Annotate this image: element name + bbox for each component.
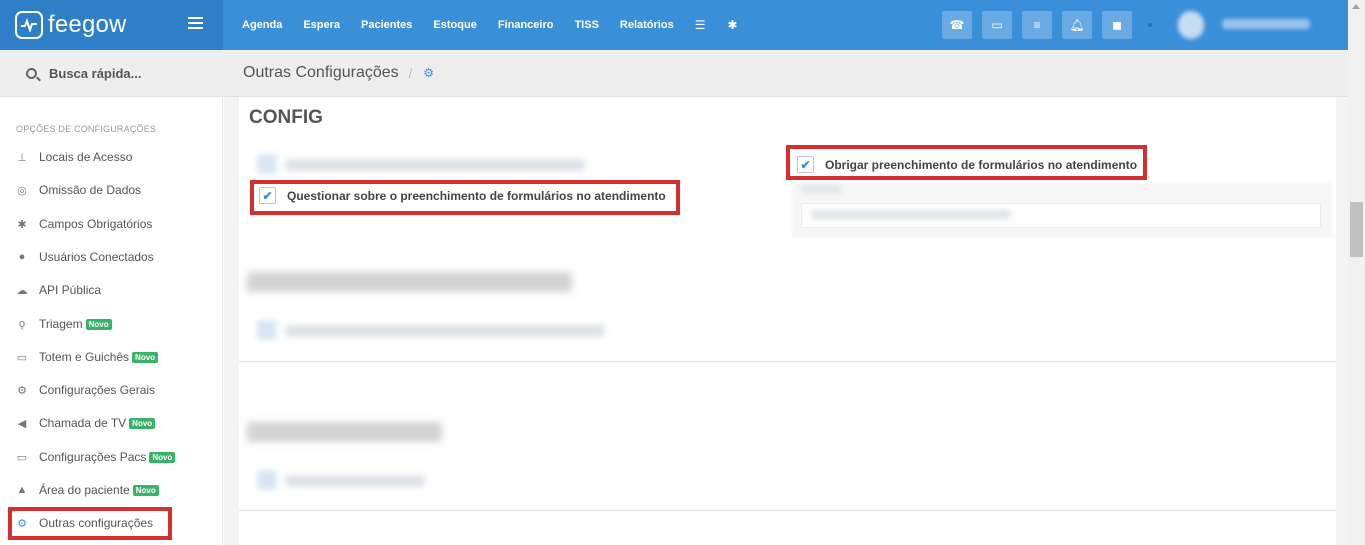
sidebar-item-label: Locais de Acesso: [39, 150, 133, 164]
asterisk-icon: ✱: [17, 218, 27, 231]
settings-panel: CONFIG ✔ Questionar sobre o preenchiment…: [239, 97, 1336, 545]
scroll-up-icon[interactable]: [1352, 4, 1360, 9]
sidebar-item-label: Triagem: [39, 317, 83, 331]
highlight-box: [250, 180, 680, 215]
sidebar-heading: OPÇÕES DE CONFIGURAÇÕES: [16, 124, 157, 134]
page-title: Outras Configurações: [243, 64, 399, 81]
quick-search[interactable]: Busca rápida...: [0, 50, 223, 97]
sidebar-item-label: Totem e Guichês: [39, 350, 130, 364]
sidebar-item-label: API Pública: [39, 283, 102, 297]
chat-icon[interactable]: ◼: [1102, 11, 1132, 39]
breadcrumb: Outras Configurações / ⚙: [223, 50, 1348, 97]
database-icon[interactable]: ☰: [695, 18, 706, 32]
sidebar-item-label: Omissão de Dados: [39, 183, 142, 197]
avatar[interactable]: [1178, 11, 1204, 39]
nav-relatorios[interactable]: Relatórios: [620, 19, 674, 31]
sidebar-item-configuracoes-pacs[interactable]: ▭ Configurações Pacs Novo: [16, 448, 176, 466]
nav-tiss[interactable]: TISS: [574, 19, 598, 31]
gears-icon: ⚙: [423, 66, 435, 80]
redacted-section-title: [247, 272, 572, 292]
redacted-option: [285, 159, 585, 171]
section-divider: [239, 510, 1336, 511]
redacted-option: [285, 475, 425, 487]
sidebar-item-usuarios-conectados[interactable]: ● Usuários Conectados: [16, 248, 154, 266]
top-navbar: feegow Agenda Espera Pacientes Estoque F…: [0, 0, 1348, 50]
brand[interactable]: feegow: [0, 0, 223, 50]
sidebar: OPÇÕES DE CONFIGURAÇÕES ⊥ Locais de Aces…: [0, 97, 223, 545]
new-badge: Novo: [132, 484, 159, 496]
sidebar-item-label: Chamada de TV: [39, 416, 127, 430]
flask-icon: ▲: [16, 484, 28, 496]
gear-icon[interactable]: ✱: [727, 18, 737, 32]
nav-espera[interactable]: Espera: [303, 19, 340, 31]
sidebar-item-label: Usuários Conectados: [39, 250, 154, 264]
redacted-checkbox[interactable]: [257, 320, 277, 340]
sidebar-item-totem-e-guiches[interactable]: ▭ Totem e Guichês Novo: [16, 348, 159, 366]
sidebar-item-campos-obrigatorios[interactable]: ✱ Campos Obrigatórios: [16, 215, 152, 233]
cloud-icon: ☁: [16, 284, 28, 297]
nav-agenda[interactable]: Agenda: [242, 19, 282, 31]
user-icon: ●: [18, 251, 26, 263]
quick-search-label: Busca rápida...: [49, 65, 142, 81]
eye-slash-icon: ◎: [17, 184, 27, 197]
redacted-field-label: [801, 185, 841, 193]
scrollbar-thumb[interactable]: [1350, 202, 1363, 257]
section-title: CONFIG: [249, 107, 323, 128]
menu-toggle-icon[interactable]: [188, 17, 203, 29]
sidebar-item-label: Configurações Gerais: [39, 383, 156, 397]
nav-financeiro[interactable]: Financeiro: [498, 19, 554, 31]
sidebar-item-triagem[interactable]: ǫ Triagem Novo: [16, 315, 112, 333]
megaphone-icon: ◀: [17, 417, 27, 430]
pin-icon: ⊥: [17, 151, 27, 164]
new-badge: Novo: [149, 451, 176, 463]
sidebar-item-label: Campos Obrigatórios: [39, 217, 153, 231]
highlight-box: [786, 145, 1147, 180]
highlight-box: [8, 507, 172, 540]
section-divider: [239, 361, 1336, 362]
sidebar-item-area-do-paciente[interactable]: ▲ Área do paciente Novo: [16, 481, 159, 499]
redacted-checkbox[interactable]: [257, 154, 277, 174]
nav-estoque[interactable]: Estoque: [433, 19, 476, 31]
scrollbar[interactable]: [1348, 0, 1365, 545]
user-name-redacted[interactable]: [1222, 19, 1310, 29]
gears-icon: ⚙: [17, 384, 27, 397]
redacted-section-title: [247, 422, 442, 442]
sidebar-item-label: Área do paciente: [39, 483, 130, 497]
new-badge: Novo: [129, 417, 156, 429]
topbar-buttons: ☎ ▭ ≡ 🔔︎ ◼: [942, 11, 1142, 39]
breadcrumb-separator: /: [408, 65, 413, 81]
redacted-input-value: [811, 210, 1011, 219]
sidebar-item-configuracoes-gerais[interactable]: ⚙ Configurações Gerais: [16, 381, 155, 399]
laptop-icon: ▭: [16, 351, 28, 364]
search-icon: [26, 67, 37, 79]
sidebar-item-label: Configurações Pacs: [39, 450, 147, 464]
stethoscope-icon: ǫ: [18, 318, 26, 330]
status-dot: [1148, 23, 1152, 27]
heartbeat-logo-icon: [15, 11, 43, 39]
sidebar-item-api-publica[interactable]: ☁ API Pública: [16, 281, 102, 299]
nav-pacientes[interactable]: Pacientes: [361, 19, 412, 31]
new-badge: Novo: [85, 318, 112, 330]
inbox-icon[interactable]: ▭: [982, 11, 1012, 39]
brand-name: feegow: [48, 11, 127, 38]
sidebar-item-chamada-de-tv[interactable]: ◀ Chamada de TV Novo: [16, 414, 156, 432]
sidebar-item-omissao-de-dados[interactable]: ◎ Omissão de Dados: [16, 181, 141, 199]
main-content: CONFIG ✔ Questionar sobre o preenchiment…: [224, 97, 1348, 545]
list-icon[interactable]: ≡: [1022, 11, 1052, 39]
main-nav: Agenda Espera Pacientes Estoque Financei…: [242, 0, 760, 50]
redacted-checkbox[interactable]: [257, 470, 277, 490]
new-badge: Novo: [132, 351, 159, 363]
phone-icon[interactable]: ☎: [942, 11, 972, 39]
laptop-icon: ▭: [16, 451, 28, 464]
redacted-option: [285, 325, 605, 337]
bell-icon[interactable]: 🔔︎: [1062, 11, 1092, 39]
sidebar-item-locais-de-acesso[interactable]: ⊥ Locais de Acesso: [16, 148, 132, 166]
